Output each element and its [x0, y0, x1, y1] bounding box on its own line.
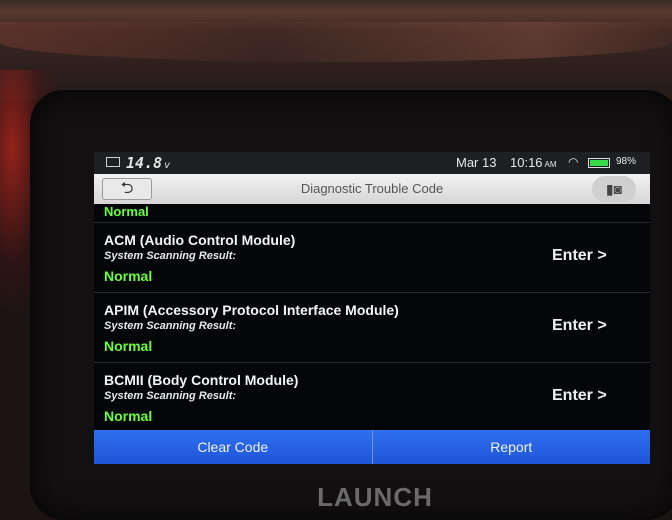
battery-icon — [588, 158, 610, 168]
enter-button[interactable]: Enter > — [552, 317, 607, 335]
scan-result-label: System Scanning Result: — [104, 250, 237, 262]
scan-result-label: System Scanning Result: — [104, 320, 237, 332]
scan-result-value: Normal — [104, 268, 153, 284]
enter-button[interactable]: Enter > — [552, 387, 607, 405]
divider — [94, 222, 650, 223]
status-date: Mar 13 — [456, 155, 497, 170]
title-bar: ⮌ Diagnostic Trouble Code ▮◙ — [94, 174, 650, 204]
enter-button[interactable]: Enter > — [552, 247, 607, 265]
screenshot-camera-button[interactable]: ▮◙ — [592, 176, 636, 202]
brand-logo: LAUNCH — [317, 482, 433, 512]
voltage-readout: 14.8 v — [126, 154, 171, 172]
car-battery-icon — [106, 157, 120, 167]
battery-percent: 98% — [616, 156, 637, 167]
status-bar: 14.8 v Mar 13 10:16 AM ◠ 98% — [94, 152, 650, 174]
divider — [94, 292, 650, 293]
divider — [94, 362, 650, 363]
clear-code-button[interactable]: Clear Code — [94, 430, 372, 464]
device-screen: 14.8 v Mar 13 10:16 AM ◠ 98% ⮌ Diagnostic … — [94, 152, 650, 464]
scan-result-label: System Scanning Result: — [104, 390, 237, 402]
module-name: ACM (Audio Control Module) — [104, 232, 296, 248]
previous-item-result: Normal — [104, 204, 149, 219]
bottom-action-bar: Clear Code Report — [94, 430, 650, 464]
module-name: BCMII (Body Control Module) — [104, 372, 299, 388]
wifi-icon: ◠ — [568, 155, 579, 169]
report-button[interactable]: Report — [373, 430, 651, 464]
back-button[interactable]: ⮌ — [102, 178, 152, 200]
scan-result-value: Normal — [104, 408, 153, 424]
photo-background — [0, 0, 672, 100]
page-title: Diagnostic Trouble Code — [300, 181, 444, 196]
bezel-reflection — [0, 22, 672, 62]
status-time: 10:16 AM — [510, 155, 557, 170]
module-name: APIM (Accessory Protocol Interface Modul… — [104, 302, 399, 318]
scan-result-value: Normal — [104, 338, 153, 354]
battery-fill — [590, 160, 608, 166]
